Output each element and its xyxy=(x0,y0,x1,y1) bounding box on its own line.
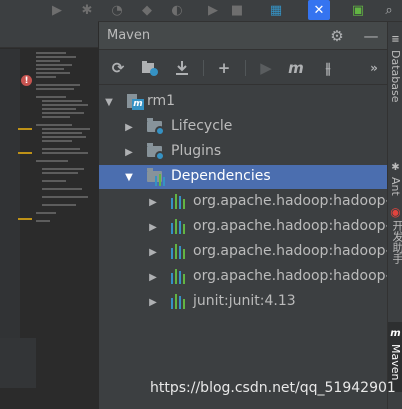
run-config-icon[interactable]: ▶ xyxy=(48,0,66,20)
library-icon xyxy=(171,294,187,309)
dependencies-folder-icon xyxy=(147,168,165,186)
collapsed-arrow-icon[interactable]: ▶ xyxy=(123,146,135,158)
tree-node-library[interactable]: ▶ org.apache.hadoop:hadoop-n xyxy=(99,265,388,289)
maven-icon: m xyxy=(390,328,401,339)
stop-icon[interactable]: ■ xyxy=(228,0,246,20)
warning-marker[interactable] xyxy=(18,128,32,130)
project-structure-icon[interactable]: ▦ xyxy=(268,0,284,20)
download-icon[interactable] xyxy=(171,58,193,78)
tree-node-library[interactable]: ▶ org.apache.hadoop:hadoop-c xyxy=(99,190,388,214)
maven-toolbar: ⟳ + ▶ m ⫲ » xyxy=(99,51,388,85)
ant-icon: ✱ xyxy=(391,162,400,173)
settings-gear-icon[interactable]: ⚙ xyxy=(327,26,347,46)
build-icon[interactable]: ◐ xyxy=(168,0,186,20)
database-tab[interactable]: Database xyxy=(389,50,402,103)
tree-node-label: Plugins xyxy=(171,143,222,159)
tree-node-label: rm1 xyxy=(147,93,176,109)
code-editor[interactable]: ! xyxy=(0,22,98,409)
rerun-icon[interactable]: ▶ xyxy=(204,0,222,20)
skip-tests-icon[interactable]: ⫲ xyxy=(317,58,339,78)
more-icon[interactable]: » xyxy=(363,58,385,78)
tree-node-library[interactable]: ▶ org.apache.hadoop:hadoop-c xyxy=(99,215,388,239)
watermark: https://blog.csdn.net/qq_51942901 xyxy=(150,380,396,396)
collapsed-arrow-icon[interactable]: ▶ xyxy=(123,121,135,133)
tree-node-label: org.apache.hadoop:hadoop-c xyxy=(193,218,388,234)
search-icon[interactable]: ⌕ xyxy=(380,0,398,20)
collapsed-arrow-icon[interactable]: ▶ xyxy=(147,271,159,283)
tree-node-label: org.apache.hadoop:hadoop-n xyxy=(193,268,388,284)
maven-title: Maven xyxy=(107,28,151,43)
library-icon xyxy=(171,244,187,259)
editor-gutter xyxy=(0,49,20,349)
maven-header: Maven ⚙ — xyxy=(99,22,388,50)
generate-sources-icon[interactable] xyxy=(139,58,161,78)
coverage-icon[interactable]: ◔ xyxy=(108,0,126,20)
tree-node-label: Dependencies xyxy=(171,168,271,184)
expanded-arrow-icon[interactable]: ▼ xyxy=(123,171,135,183)
tree-node-label: junit:junit:4.13 xyxy=(193,293,296,309)
tree-node-rm1[interactable]: ▼ m rm1 xyxy=(99,90,388,114)
tree-node-label: org.apache.hadoop:hadoop-h xyxy=(193,243,388,259)
maven-tab[interactable]: Maven xyxy=(389,344,402,380)
collapsed-arrow-icon[interactable]: ▶ xyxy=(147,246,159,258)
run-icon[interactable]: ▶ xyxy=(255,58,277,78)
translate-icon[interactable]: ✕ xyxy=(308,0,330,20)
collapsed-arrow-icon[interactable]: ▶ xyxy=(147,196,159,208)
editor-tab-strip xyxy=(0,22,98,48)
warning-marker[interactable] xyxy=(18,152,32,154)
library-icon xyxy=(171,269,187,284)
tree-node-library[interactable]: ▶ junit:junit:4.13 xyxy=(99,290,388,314)
dev-assistant-icon: ◉ xyxy=(390,204,401,219)
tree-node-label: Lifecycle xyxy=(171,118,233,134)
editor-bottom-panel xyxy=(0,338,36,388)
reimport-icon[interactable]: ⟳ xyxy=(107,58,129,78)
lifecycle-folder-icon xyxy=(147,118,165,136)
tree-node-library[interactable]: ▶ org.apache.hadoop:hadoop-h xyxy=(99,240,388,264)
library-icon xyxy=(171,194,187,209)
profile-icon[interactable]: ◆ xyxy=(138,0,156,20)
add-icon[interactable]: + xyxy=(213,58,235,78)
execute-goal-icon[interactable]: m xyxy=(285,58,307,78)
database-icon: ≡ xyxy=(391,34,400,45)
library-icon xyxy=(171,219,187,234)
dev-assistant-tab[interactable]: 开发助手 xyxy=(389,220,402,264)
tree-node-lifecycle[interactable]: ▶ Lifecycle xyxy=(99,115,388,139)
maven-tool-window: Maven ⚙ — ⟳ + ▶ m ⫲ » ▼ m rm1 ▶ Lifecycl… xyxy=(98,22,388,409)
tree-node-dependencies[interactable]: ▼ Dependencies xyxy=(99,165,388,189)
collapsed-arrow-icon[interactable]: ▶ xyxy=(147,296,159,308)
presentation-icon[interactable]: ▣ xyxy=(350,0,366,20)
main-toolbar: ▶ ✱ ◔ ◆ ◐ ▶ ■ ▦ ✕ ▣ ⌕ xyxy=(0,0,402,22)
expanded-arrow-icon[interactable]: ▼ xyxy=(103,96,115,108)
plugins-folder-icon xyxy=(147,143,165,161)
collapsed-arrow-icon[interactable]: ▶ xyxy=(147,221,159,233)
tree-node-label: org.apache.hadoop:hadoop-c xyxy=(193,193,388,209)
maven-project-icon: m xyxy=(127,94,144,110)
minimize-icon[interactable]: — xyxy=(361,26,381,46)
warning-marker[interactable] xyxy=(18,218,32,220)
tree-node-plugins[interactable]: ▶ Plugins xyxy=(99,140,388,164)
right-tool-strip: ≡ Database ✱ Ant ◉ 开发助手 m Maven xyxy=(387,22,402,409)
ant-tab[interactable]: Ant xyxy=(389,177,402,196)
code-minimap xyxy=(30,52,98,232)
debug-icon[interactable]: ✱ xyxy=(78,0,96,20)
